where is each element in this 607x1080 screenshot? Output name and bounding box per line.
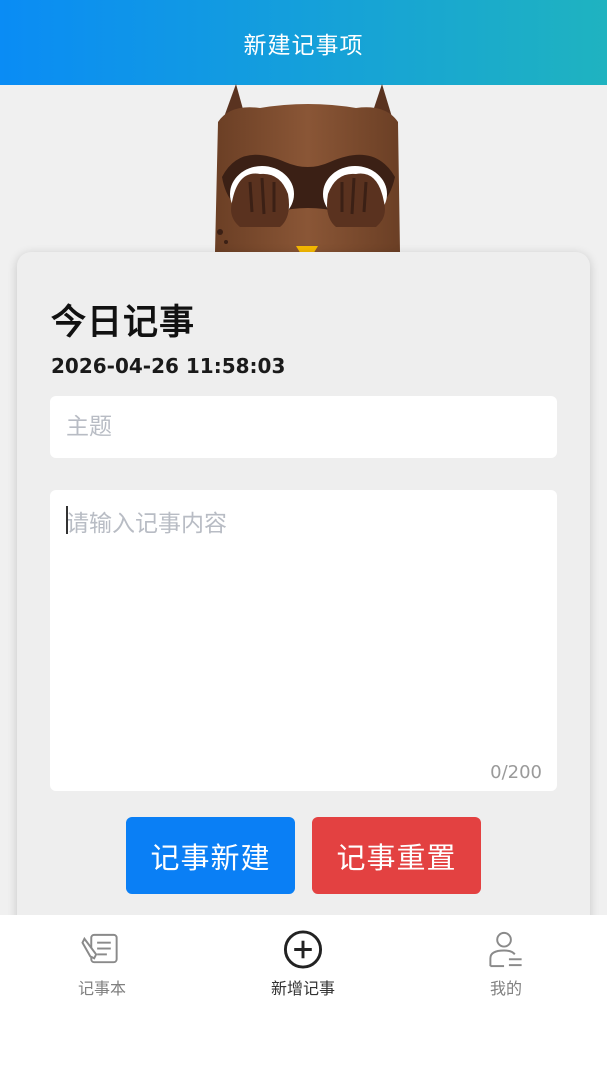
tab-profile[interactable]: 我的: [446, 929, 566, 999]
text-caret: [66, 506, 68, 534]
tab-label-notebook: 记事本: [77, 979, 126, 998]
content-textarea[interactable]: [50, 490, 557, 760]
user-icon: [489, 931, 522, 968]
create-note-button[interactable]: 记事新建: [126, 817, 295, 894]
subject-input[interactable]: [50, 396, 557, 458]
notebook-icon: [81, 933, 118, 964]
top-nav-bar: 新建记事项: [0, 0, 607, 85]
page-title: 新建记事项: [243, 32, 364, 59]
content-box: 0/200: [50, 490, 557, 791]
add-circle-icon: [283, 930, 323, 969]
word-count: 0/200: [490, 762, 542, 783]
note-form-card: 今日记事 2026-04-26 11:58:03 0/200 记事新建 记事重置: [17, 252, 590, 952]
current-datetime: 2026-04-26 11:58:03: [51, 354, 286, 378]
card-title: 今日记事: [51, 303, 196, 343]
tab-label-profile: 我的: [489, 979, 522, 998]
tab-add-note[interactable]: 新增记事: [243, 929, 363, 999]
owl-mascot-image: [210, 82, 405, 267]
reset-note-button[interactable]: 记事重置: [312, 817, 481, 894]
tab-label-add-note: 新增记事: [270, 979, 335, 998]
bottom-tab-bar: 记事本 新增记事 我的: [0, 915, 607, 1080]
tab-notebook[interactable]: 记事本: [42, 929, 162, 999]
